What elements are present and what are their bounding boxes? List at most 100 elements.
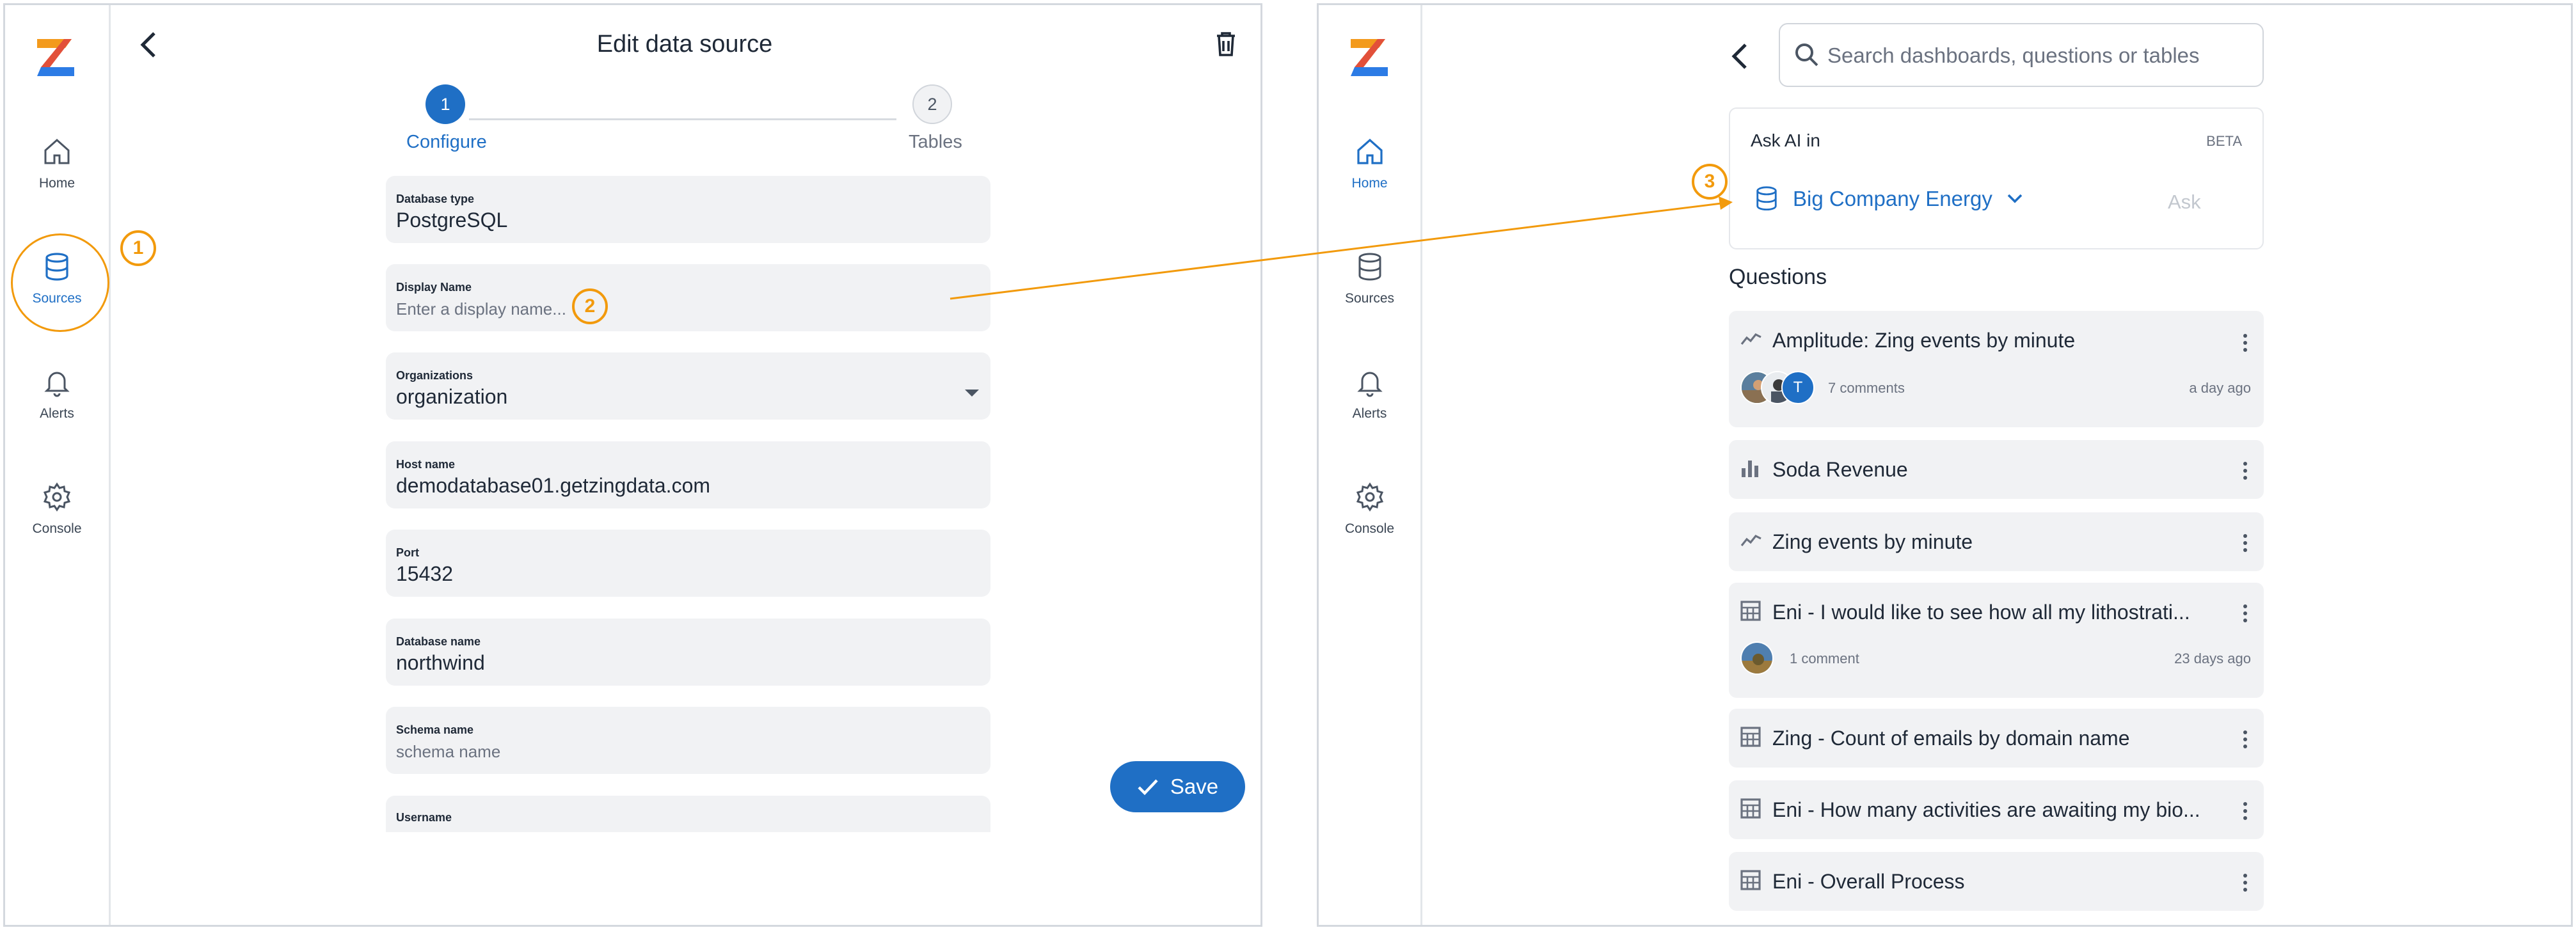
field-label: Display Name xyxy=(396,281,472,294)
question-title: Zing events by minute xyxy=(1772,530,1973,553)
database-type-field[interactable]: Database type PostgreSQL xyxy=(386,176,990,243)
sidebar-item-label: Console xyxy=(32,521,82,536)
save-button[interactable]: Save xyxy=(1110,761,1245,812)
database-name-field[interactable]: Database name northwind xyxy=(386,619,990,686)
comment-count[interactable]: 1 comment xyxy=(1790,650,1859,667)
question-title: Soda Revenue xyxy=(1772,458,1908,481)
questions-heading: Questions xyxy=(1729,265,1827,289)
step-1-circle[interactable]: 1 xyxy=(425,84,465,124)
sidebar-item-label: Home xyxy=(38,176,76,191)
table-icon xyxy=(1740,870,1761,890)
more-vertical-icon[interactable] xyxy=(2243,730,2247,752)
chevron-down-icon xyxy=(2007,194,2023,203)
sources-highlight-ring xyxy=(11,233,109,332)
data-source-selector[interactable]: Big Company Energy xyxy=(1754,185,2023,212)
step-2-circle[interactable]: 2 xyxy=(912,84,952,124)
field-label: Organizations xyxy=(396,369,473,382)
field-value: PostgreSQL xyxy=(396,209,508,232)
more-vertical-icon[interactable] xyxy=(2243,334,2247,355)
step-2-label: Tables xyxy=(909,132,962,152)
field-value: demodatabase01.getzingdata.com xyxy=(396,474,711,497)
gear-icon xyxy=(1356,482,1383,512)
sidebar-item-alerts[interactable]: Alerts xyxy=(5,366,109,422)
table-icon xyxy=(1740,798,1761,819)
line-chart-icon xyxy=(1740,534,1761,546)
sidebar-item-console[interactable]: Console xyxy=(1319,482,1420,537)
question-title: Eni - Overall Process xyxy=(1772,870,1965,893)
question-title: Eni - I would like to see how all my lit… xyxy=(1772,601,2190,624)
search-input[interactable] xyxy=(1826,24,2251,87)
zing-logo[interactable] xyxy=(32,34,80,82)
more-vertical-icon[interactable] xyxy=(2243,874,2247,895)
database-icon xyxy=(1756,186,1777,211)
sidebar-item-label: Alerts xyxy=(1352,406,1387,421)
avatar-initial: T xyxy=(1781,371,1815,404)
annotation-badge-1: 1 xyxy=(120,230,156,266)
more-vertical-icon[interactable] xyxy=(2243,802,2247,823)
field-label: Database type xyxy=(396,193,475,205)
question-title: Eni - How many activities are awaiting m… xyxy=(1772,798,2200,821)
question-title: Amplitude: Zing events by minute xyxy=(1772,329,2076,352)
display-name-field[interactable]: Display Name Enter a display name... xyxy=(386,264,990,331)
field-label: Username xyxy=(396,811,452,824)
chevron-down-icon xyxy=(965,390,979,397)
table-icon xyxy=(1740,601,1761,621)
table-icon xyxy=(1740,727,1761,747)
port-field[interactable]: Port 15432 xyxy=(386,530,990,597)
schema-name-field[interactable]: Schema name schema name xyxy=(386,707,990,774)
field-value: northwind xyxy=(396,651,485,674)
question-title: Zing - Count of emails by domain name xyxy=(1772,727,2130,750)
search-bar[interactable] xyxy=(1779,23,2264,87)
comment-count[interactable]: 7 comments xyxy=(1828,380,1905,397)
ask-button[interactable]: Ask xyxy=(2168,191,2201,214)
field-label: Host name xyxy=(396,458,456,471)
stepper-line xyxy=(469,118,896,120)
sidebar-item-label: Sources xyxy=(1344,291,1395,306)
host-name-field[interactable]: Host name demodatabase01.getzingdata.com xyxy=(386,441,990,508)
organizations-select[interactable]: Organizations organization xyxy=(386,352,990,420)
question-card[interactable]: Eni - I would like to see how all my lit… xyxy=(1729,583,2264,698)
question-card[interactable]: Zing - Count of emails by domain name xyxy=(1729,709,2264,768)
sidebar-item-label: Home xyxy=(1351,176,1388,191)
zing-logo[interactable] xyxy=(1346,34,1394,82)
question-card[interactable]: Amplitude: Zing events by minute T 7 com… xyxy=(1729,311,2264,427)
sidebar-item-label: Console xyxy=(1344,521,1395,536)
timestamp: a day ago xyxy=(2189,380,2251,396)
right-sidebar: Home Sources Alerts Console xyxy=(1319,5,1422,925)
field-value: 15432 xyxy=(396,562,453,585)
question-card[interactable]: Eni - How many activities are awaiting m… xyxy=(1729,780,2264,839)
question-card[interactable]: Zing events by minute xyxy=(1729,512,2264,571)
bar-chart-icon xyxy=(1742,461,1758,477)
sidebar-item-console[interactable]: Console xyxy=(5,482,109,537)
back-icon[interactable] xyxy=(1728,41,1751,72)
annotation-badge-2: 2 xyxy=(572,288,608,324)
sidebar-item-alerts[interactable]: Alerts xyxy=(1319,366,1420,422)
sidebar-item-home[interactable]: Home xyxy=(1319,136,1420,191)
sidebar-item-sources[interactable]: Sources xyxy=(1319,251,1420,306)
question-card[interactable]: Soda Revenue xyxy=(1729,440,2264,499)
sidebar-item-label: Alerts xyxy=(40,406,74,421)
field-value: organization xyxy=(396,385,508,408)
ask-ai-card: Ask AI in BETA Big Company Energy Ask xyxy=(1729,107,2264,249)
avatar xyxy=(1740,642,1774,675)
bell-icon xyxy=(44,372,70,397)
field-label: Port xyxy=(396,546,419,559)
timestamp: 23 days ago xyxy=(2174,650,2251,666)
search-icon xyxy=(1795,43,1818,67)
database-icon xyxy=(1358,253,1381,281)
left-sidebar: Home Sources Alerts Console xyxy=(5,5,111,925)
step-1-label: Configure xyxy=(406,132,487,152)
question-card[interactable]: Eni - Overall Process xyxy=(1729,852,2264,911)
more-vertical-icon[interactable] xyxy=(2243,604,2247,626)
trash-icon[interactable] xyxy=(1214,31,1237,58)
edit-data-source-screen: Home Sources Alerts Console Edit data so… xyxy=(3,3,1262,927)
more-vertical-icon[interactable] xyxy=(2243,462,2247,483)
field-placeholder: schema name xyxy=(396,742,501,761)
sidebar-item-home[interactable]: Home xyxy=(5,136,109,191)
username-field[interactable]: Username xyxy=(386,796,990,832)
page-title: Edit data source xyxy=(596,31,773,58)
annotation-badge-3: 3 xyxy=(1692,164,1728,200)
field-placeholder: Enter a display name... xyxy=(396,299,566,319)
more-vertical-icon[interactable] xyxy=(2243,534,2247,555)
line-chart-icon xyxy=(1740,333,1761,345)
